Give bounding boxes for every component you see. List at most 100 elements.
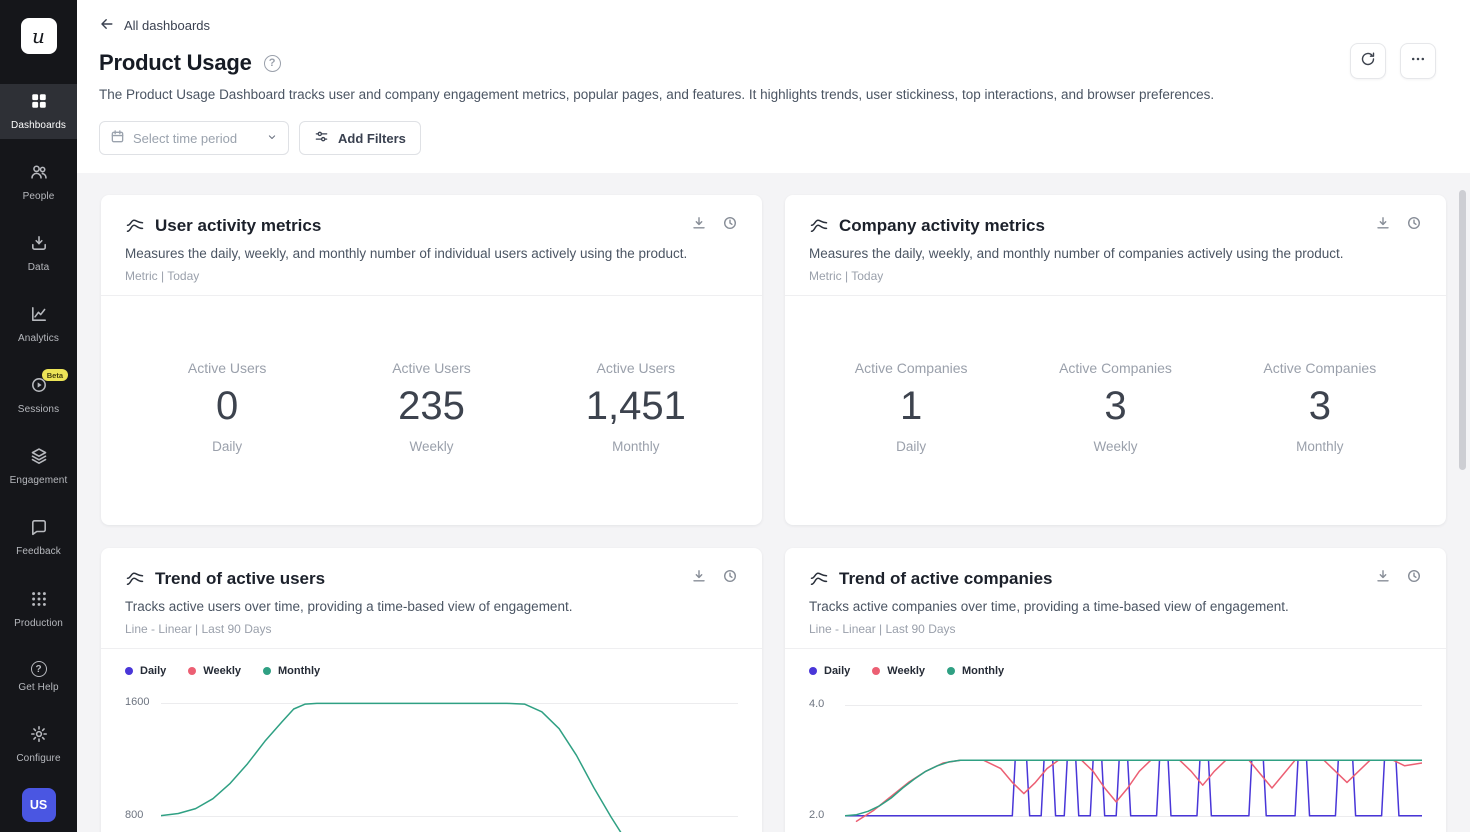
legend-dot [263, 667, 271, 675]
title-row: Product Usage ? [99, 50, 1436, 76]
y-tick-label: 1600 [125, 696, 149, 708]
scrollbar-thumb[interactable] [1459, 190, 1466, 470]
legend-item-daily[interactable]: Daily [125, 665, 166, 677]
download-icon[interactable] [1375, 215, 1391, 236]
beta-badge: Beta [42, 369, 68, 381]
metric-label: Active Companies [1055, 360, 1175, 376]
chart-plot [161, 688, 738, 832]
chart-icon [809, 216, 829, 236]
main-area: All dashboards Product Usage ? [77, 0, 1470, 832]
user-avatar[interactable]: US [22, 788, 56, 822]
download-icon[interactable] [691, 568, 707, 589]
card-company-activity-metrics: Company activity metrics Measures the da… [785, 195, 1446, 525]
legend-item-daily[interactable]: Daily [809, 665, 850, 677]
sidebar-item-analytics[interactable]: Analytics [0, 297, 77, 352]
dashboards-icon [30, 92, 48, 115]
metric-period: Daily [167, 439, 287, 454]
metric-weekly: Active Users 235 Weekly [371, 360, 491, 454]
legend-item-monthly[interactable]: Monthly [263, 665, 320, 677]
sidebar-item-sessions[interactable]: Beta Sessions [0, 368, 77, 423]
page-header: All dashboards Product Usage ? [77, 0, 1470, 173]
card-title: Trend of active users [155, 569, 325, 589]
cards-grid: User activity metrics Measures the daily… [101, 195, 1446, 832]
card-meta: Line - Linear | Last 90 Days [125, 622, 738, 636]
title-help-icon[interactable]: ? [264, 55, 281, 72]
y-tick-label: 2.0 [809, 809, 824, 821]
history-clock-icon[interactable] [1406, 215, 1422, 236]
card-trend-active-users: Trend of active users Tracks active user… [101, 548, 762, 832]
sidebar-item-dashboards[interactable]: Dashboards [0, 84, 77, 139]
metric-period: Weekly [371, 439, 491, 454]
metric-value: 1,451 [576, 384, 696, 428]
y-tick-label: 800 [125, 809, 143, 821]
legend-dot [188, 667, 196, 675]
dashboard-content: User activity metrics Measures the daily… [77, 173, 1470, 832]
ellipsis-icon [1410, 51, 1426, 72]
sidebar-item-label: Production [14, 618, 63, 629]
download-icon[interactable] [691, 215, 707, 236]
time-period-select[interactable]: Select time period [99, 121, 289, 155]
sidebar-item-get-help[interactable]: ? Get Help [0, 653, 77, 701]
legend-item-weekly[interactable]: Weekly [872, 665, 925, 677]
line-chart-active-users: Daily Weekly Monthly 1600 800 [125, 649, 738, 832]
card-description: Tracks active users over time, providing… [125, 599, 738, 614]
sidebar-bottom: Production ? Get Help Configure US [0, 582, 77, 832]
breadcrumb-back[interactable]: All dashboards [99, 16, 210, 35]
sidebar-item-label: Data [28, 262, 50, 273]
legend-dot [872, 667, 880, 675]
legend-label: Weekly [887, 665, 925, 677]
app-logo[interactable]: u [21, 18, 57, 54]
metric-value: 3 [1260, 384, 1380, 428]
card-title: Company activity metrics [839, 216, 1045, 236]
history-clock-icon[interactable] [1406, 568, 1422, 589]
history-clock-icon[interactable] [722, 568, 738, 589]
sidebar-item-label: Configure [16, 753, 60, 764]
metric-label: Active Users [371, 360, 491, 376]
metric-value: 3 [1055, 384, 1175, 428]
sidebar-item-configure[interactable]: Configure [0, 717, 77, 772]
metric-daily: Active Companies 1 Daily [851, 360, 971, 454]
legend-label: Daily [140, 665, 166, 677]
metric-weekly: Active Companies 3 Weekly [1055, 360, 1175, 454]
chart-legend: Daily Weekly Monthly [809, 649, 1422, 688]
history-clock-icon[interactable] [722, 215, 738, 236]
sidebar-item-feedback[interactable]: Feedback [0, 510, 77, 565]
legend-item-monthly[interactable]: Monthly [947, 665, 1004, 677]
metric-label: Active Companies [851, 360, 971, 376]
metrics-row: Active Companies 1 Daily Active Companie… [809, 296, 1422, 454]
metric-period: Monthly [1260, 439, 1380, 454]
sidebar-item-production[interactable]: Production [0, 582, 77, 637]
chart-legend: Daily Weekly Monthly [125, 649, 738, 688]
y-axis: 1600 800 [125, 688, 155, 832]
legend-item-weekly[interactable]: Weekly [188, 665, 241, 677]
sidebar-item-people[interactable]: People [0, 155, 77, 210]
add-filters-label: Add Filters [338, 131, 406, 146]
download-icon[interactable] [1375, 568, 1391, 589]
metric-period: Monthly [576, 439, 696, 454]
feedback-icon [30, 518, 48, 541]
metric-value: 235 [371, 384, 491, 428]
people-icon [30, 163, 48, 186]
gear-icon [30, 725, 48, 748]
card-user-activity-metrics: User activity metrics Measures the daily… [101, 195, 762, 525]
refresh-button[interactable] [1350, 43, 1386, 79]
sidebar-item-engagement[interactable]: Engagement [0, 439, 77, 494]
card-trend-active-companies: Trend of active companies Tracks active … [785, 548, 1446, 832]
app-root: u Dashboards People Data [0, 0, 1470, 832]
more-button[interactable] [1400, 43, 1436, 79]
sidebar-item-data[interactable]: Data [0, 226, 77, 281]
metrics-row: Active Users 0 Daily Active Users 235 We… [125, 296, 738, 454]
filter-sliders-icon [314, 129, 329, 147]
metric-period: Daily [851, 439, 971, 454]
metric-monthly: Active Users 1,451 Monthly [576, 360, 696, 454]
metric-period: Weekly [1055, 439, 1175, 454]
metric-value: 0 [167, 384, 287, 428]
chart-icon [125, 569, 145, 589]
sidebar-item-label: Dashboards [11, 120, 66, 131]
add-filters-button[interactable]: Add Filters [299, 121, 421, 155]
sidebar-item-label: Sessions [18, 404, 59, 415]
chart-plot [845, 688, 1422, 832]
environment-grid-icon [30, 590, 48, 613]
metric-value: 1 [851, 384, 971, 428]
card-meta: Line - Linear | Last 90 Days [809, 622, 1422, 636]
